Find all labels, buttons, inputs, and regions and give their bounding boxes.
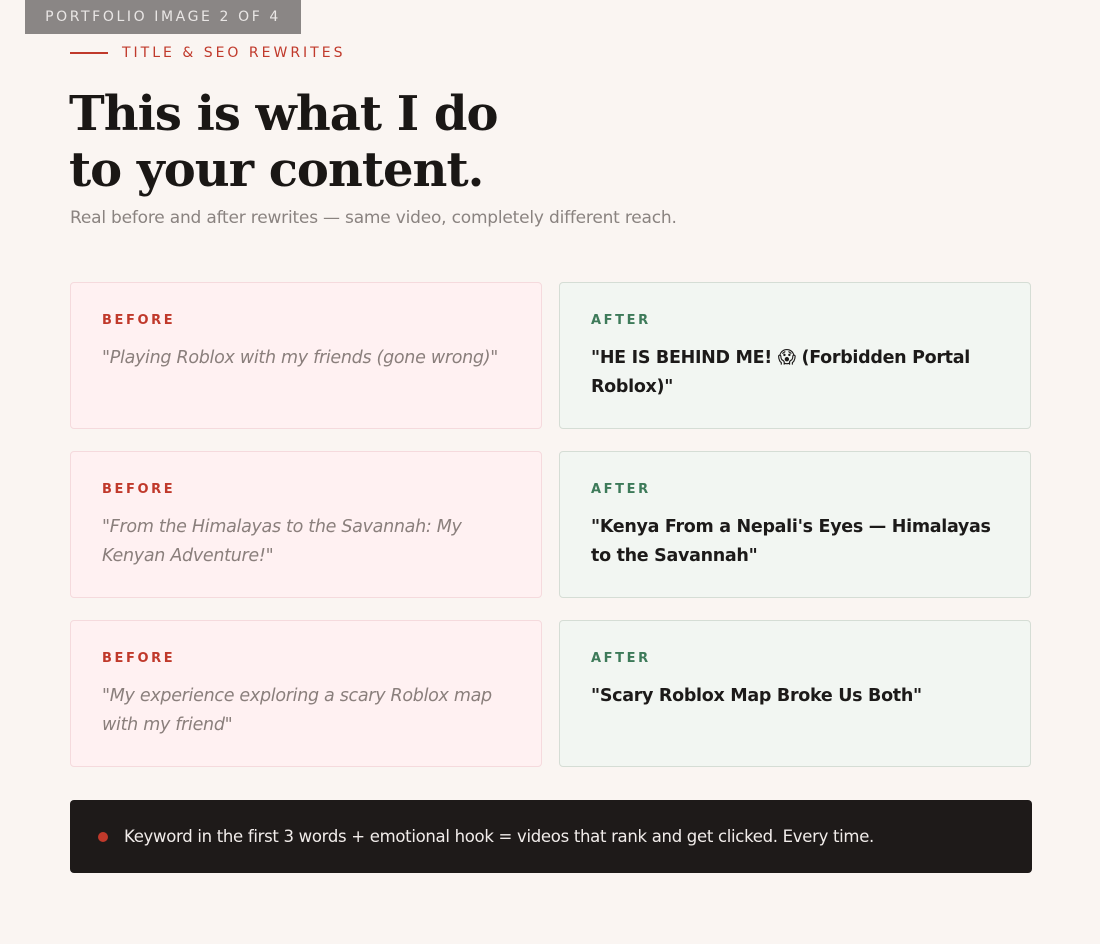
before-label: BEFORE <box>102 313 176 328</box>
after-label: AFTER <box>591 482 651 497</box>
after-label: AFTER <box>591 651 651 666</box>
bullet-dot-icon <box>98 831 108 842</box>
after-title: "Kenya From a Nepali's Eyes — Himalayas … <box>591 517 991 566</box>
before-card: BEFORE "From the Himalayas to the Savann… <box>70 451 542 598</box>
rewrite-grid: BEFORE "Playing Roblox with my friends (… <box>70 282 1032 789</box>
section-kicker: TITLE & SEO REWRITES <box>70 45 345 61</box>
kicker-text: TITLE & SEO REWRITES <box>122 45 346 61</box>
headline-line-2: to your content. <box>69 142 484 198</box>
after-title: "Scary Roblox Map Broke Us Both" <box>591 686 922 706</box>
before-title: "Playing Roblox with my friends (gone wr… <box>102 348 499 368</box>
callout-text: Keyword in the first 3 words + emotional… <box>124 827 875 846</box>
page-subtitle: Real before and after rewrites — same vi… <box>70 208 677 228</box>
before-card: BEFORE "My experience exploring a scary … <box>70 620 542 767</box>
rewrite-row: BEFORE "From the Himalayas to the Savann… <box>70 451 1032 598</box>
callout-banner: Keyword in the first 3 words + emotional… <box>70 800 1032 873</box>
before-title: "From the Himalayas to the Savannah: My … <box>102 517 462 566</box>
page-headline: This is what I do to your content. <box>69 86 498 198</box>
before-label: BEFORE <box>102 482 176 497</box>
before-card: BEFORE "Playing Roblox with my friends (… <box>70 282 542 429</box>
kicker-rule <box>70 52 108 54</box>
rewrite-row: BEFORE "My experience exploring a scary … <box>70 620 1032 767</box>
after-title: "HE IS BEHIND ME! 😱 (Forbidden Portal Ro… <box>591 348 970 397</box>
before-title: "My experience exploring a scary Roblox … <box>102 686 492 735</box>
portfolio-badge: PORTFOLIO IMAGE 2 OF 4 <box>25 0 301 34</box>
after-label: AFTER <box>591 313 651 328</box>
after-card: AFTER "HE IS BEHIND ME! 😱 (Forbidden Por… <box>559 282 1031 429</box>
headline-line-1: This is what I do <box>69 86 498 142</box>
rewrite-row: BEFORE "Playing Roblox with my friends (… <box>70 282 1032 429</box>
before-label: BEFORE <box>102 651 176 666</box>
after-card: AFTER "Kenya From a Nepali's Eyes — Hima… <box>559 451 1031 598</box>
after-card: AFTER "Scary Roblox Map Broke Us Both" <box>559 620 1031 767</box>
